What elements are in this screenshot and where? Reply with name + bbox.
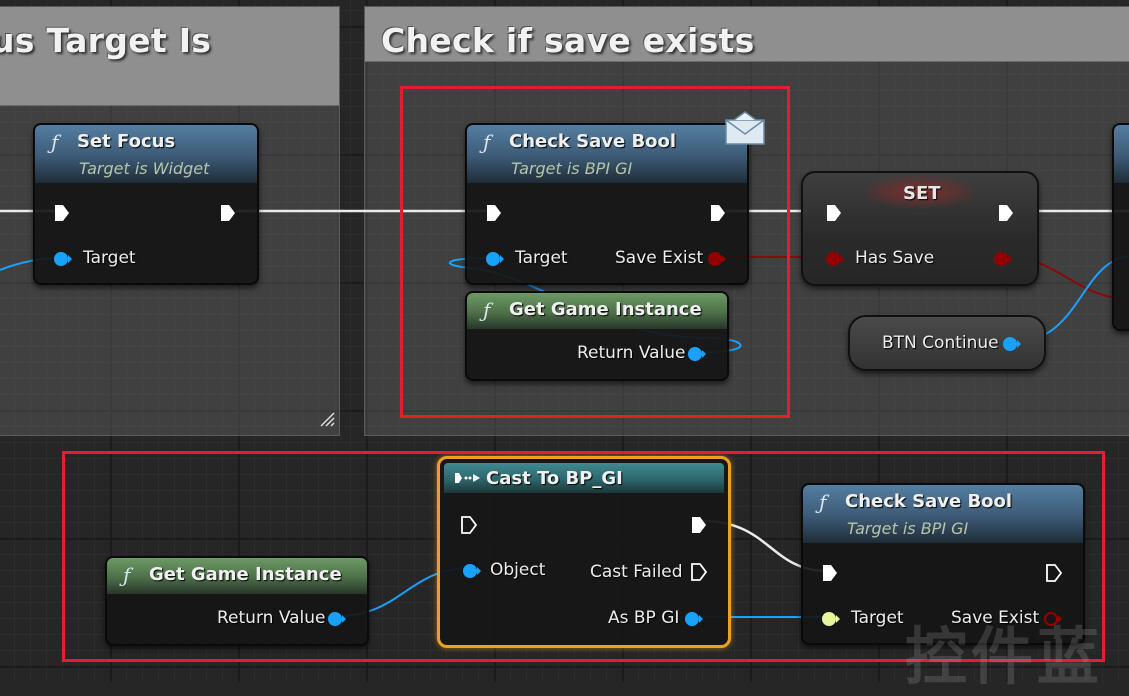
offscreen-node[interactable] (1112, 123, 1129, 331)
variable-label: BTN Continue (882, 333, 999, 353)
target-pin[interactable] (53, 251, 73, 267)
btn-continue-out-pin[interactable] (1002, 336, 1022, 352)
node-title: Set Focus (77, 131, 176, 152)
watermark: 控件蓝 (905, 620, 1104, 693)
exec-in-pin[interactable] (825, 203, 843, 223)
btn-continue-variable-node[interactable]: BTN Continue (848, 315, 1046, 371)
node-title: SET (903, 183, 941, 204)
has-save-out-pin[interactable] (993, 251, 1013, 267)
set-variable-node[interactable]: SET Has Save (801, 171, 1039, 286)
exec-out-pin[interactable] (219, 203, 237, 223)
node-subtitle: Target is Widget (79, 159, 210, 178)
pin-label: Has Save (855, 248, 935, 268)
pin-label: Target (83, 248, 136, 268)
exec-out-pin[interactable] (997, 203, 1015, 223)
node-header[interactable] (1114, 125, 1129, 183)
has-save-in-pin[interactable] (825, 251, 845, 267)
exec-in-pin[interactable] (53, 203, 71, 223)
highlight-box-top (400, 86, 790, 418)
set-focus-node[interactable]: ƒ Set Focus Target is Widget Target (33, 123, 259, 285)
function-icon: ƒ (51, 130, 59, 154)
